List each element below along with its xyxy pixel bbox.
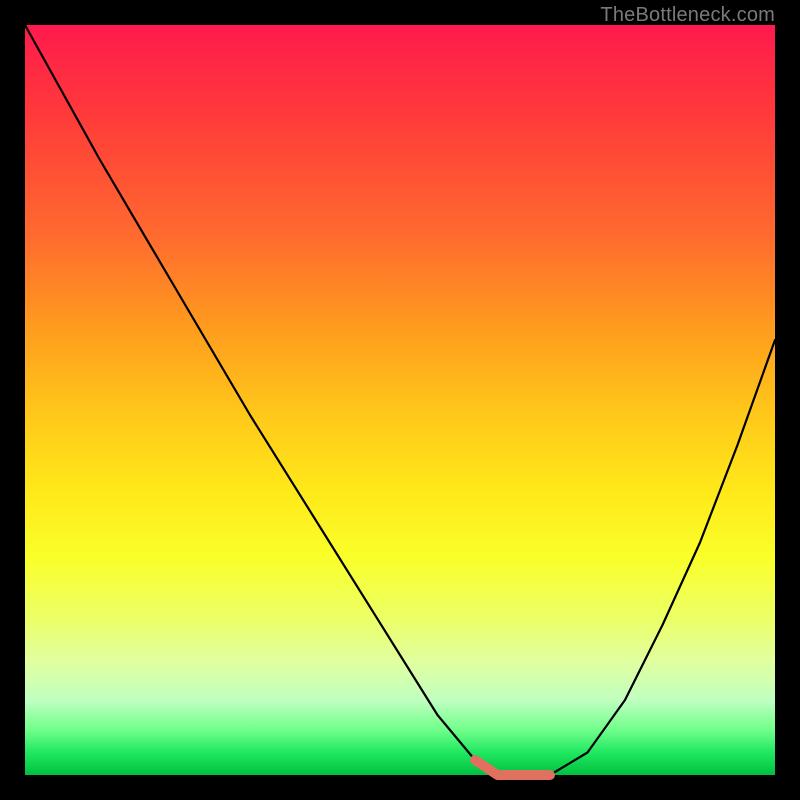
chart-container: TheBottleneck.com xyxy=(0,0,800,800)
attribution-text: TheBottleneck.com xyxy=(600,4,775,27)
chart-overlay-svg xyxy=(25,25,775,775)
optimal-range-marker xyxy=(475,760,550,775)
bottleneck-curve-line xyxy=(25,25,775,775)
